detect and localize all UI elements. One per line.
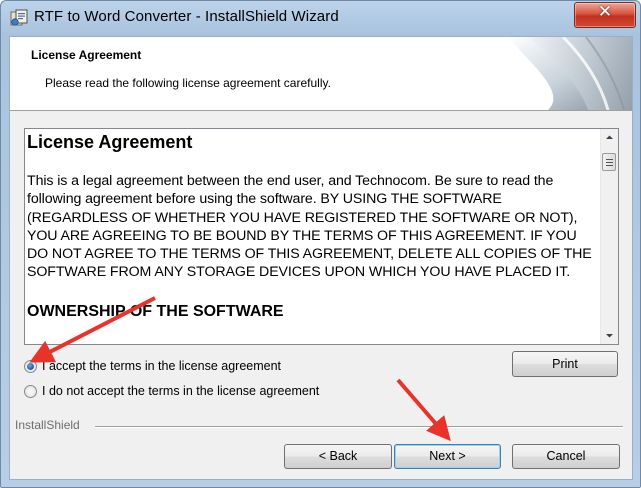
footer-divider [95, 426, 623, 428]
installshield-brand: InstallShield [15, 418, 80, 432]
license-scrollbar[interactable] [600, 129, 618, 344]
decline-label: I do not accept the terms in the license… [42, 384, 320, 398]
license-text-box[interactable]: License Agreement This is a legal agreem… [24, 128, 619, 345]
scroll-down-arrow-icon[interactable] [601, 327, 618, 344]
license-paragraph: This is a legal agreement between the en… [27, 173, 592, 281]
back-button[interactable]: < Back [284, 444, 392, 469]
print-button[interactable]: Print [512, 351, 618, 377]
installer-icon [10, 9, 28, 27]
installer-window: RTF to Word Converter - InstallShield Wi… [0, 0, 641, 488]
close-icon: ✕ [597, 2, 613, 22]
scroll-up-arrow-icon[interactable] [601, 129, 618, 146]
window-title: RTF to Word Converter - InstallShield Wi… [34, 8, 339, 25]
header-subtitle: Please read the following license agreem… [45, 76, 331, 90]
decline-radio[interactable] [24, 384, 37, 398]
grip-line [606, 162, 613, 163]
next-button[interactable]: Next > [394, 444, 501, 469]
scroll-thumb[interactable] [602, 153, 616, 171]
cancel-button[interactable]: Cancel [512, 444, 620, 469]
license-subheading: OWNERSHIP OF THE SOFTWARE [27, 302, 284, 320]
accept-radio[interactable] [24, 359, 37, 373]
grip-line [606, 165, 613, 166]
close-button[interactable]: ✕ [574, 2, 636, 28]
header-title: License Agreement [31, 48, 142, 62]
decline-option[interactable]: I do not accept the terms in the license… [24, 382, 319, 400]
header-banner-art [508, 37, 632, 110]
grip-line [606, 159, 613, 160]
accept-label: I accept the terms in the license agreem… [42, 359, 282, 373]
accept-option[interactable]: I accept the terms in the license agreem… [24, 357, 281, 375]
license-content: License Agreement This is a legal agreem… [27, 131, 597, 322]
wizard-client-area: License Agreement Please read the follow… [9, 36, 633, 480]
wizard-header: License Agreement Please read the follow… [10, 37, 632, 111]
license-heading: License Agreement [27, 132, 193, 152]
title-bar[interactable]: RTF to Word Converter - InstallShield Wi… [1, 1, 640, 35]
